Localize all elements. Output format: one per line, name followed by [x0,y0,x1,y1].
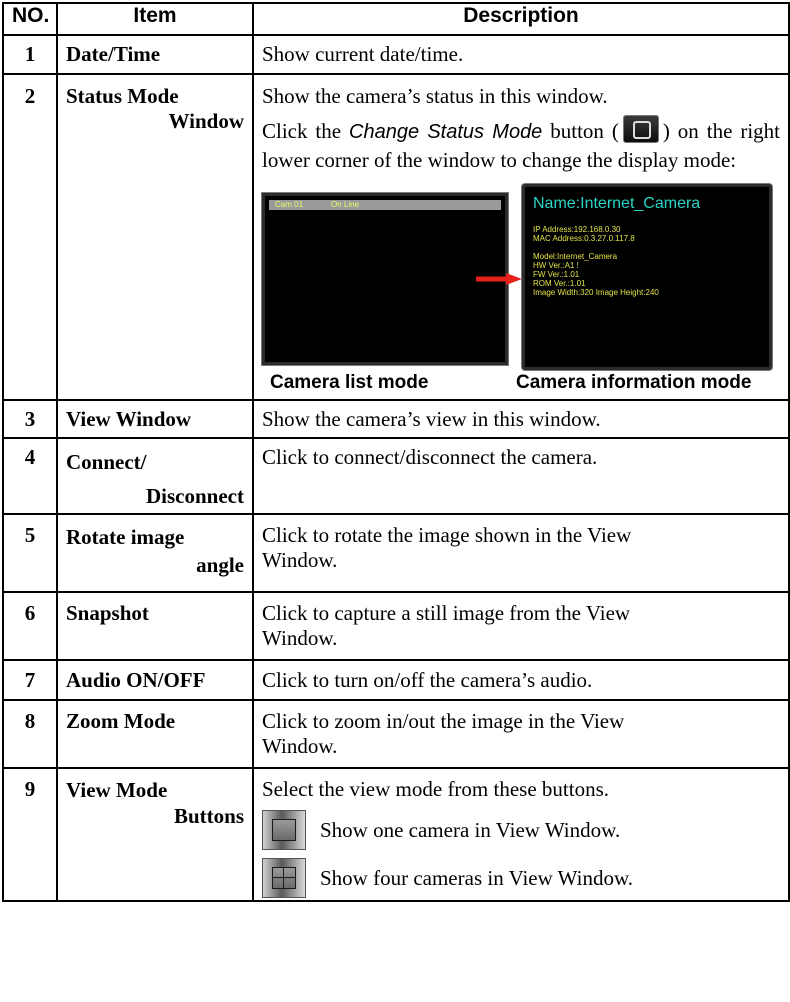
description-text: Click to rotate the image shown in the V… [262,523,632,547]
table-row: 8 Zoom Mode Click to zoom in/out the ima… [2,699,790,769]
view-mode-four: Show four cameras in View Window. [262,856,780,900]
info-line: ROM Ver.:1.01 [533,279,586,288]
info-line: FW Ver.:1.01 [533,270,580,279]
quad-view-icon [262,858,306,898]
row-number: 4 [2,437,58,515]
description-text: Click to turn on/off the camera’s audio. [262,668,593,692]
row-number: 9 [2,767,58,902]
row-number: 7 [2,659,58,701]
camera-list-screenshot: Cam 01 On Line [262,193,508,365]
camera-info-title: Name:Internet_Camera [533,195,701,212]
info-line: Image Width:320 Image Height:240 [533,288,659,297]
table-row: 5 Rotate image angle Click to rotate the… [2,513,790,593]
camera-info-screenshot: Name:Internet_Camera IP Address:192.168.… [522,184,772,370]
table-row: 6 Snapshot Click to capture a still imag… [2,591,790,661]
description-text: Select the view mode from these buttons. [262,777,610,801]
info-line: HW Ver.:A1 ! [533,261,579,270]
change-status-mode-icon [622,115,659,143]
row-description: Click to rotate the image shown in the V… [252,513,790,593]
status-mode-screenshots: Cam 01 On Line Name:Internet_Camera IP A… [254,184,788,372]
item-label: View Window [66,407,192,431]
item-label: View Mode [66,778,168,802]
header-item: Item [56,2,254,36]
description-text: Window. [262,734,338,758]
single-view-icon [262,810,306,850]
arrow-right-icon [476,273,522,285]
row-description: Click to capture a still image from the … [252,591,790,661]
row-number: 2 [2,73,58,401]
view-mode-text: Show one camera in View Window. [320,817,621,842]
item-label: Date/Time [66,42,161,66]
row-item: Snapshot [56,591,254,661]
description-text: Click to capture a still image from the … [262,601,631,625]
info-line: Model:Internet_Camera [533,252,618,261]
screenshot-captions: Camera list mode Camera information mode [254,372,788,399]
table-row: 1 Date/Time Show current date/time. [2,34,790,75]
row-number: 6 [2,591,58,661]
row-number: 8 [2,699,58,769]
table-row: 7 Audio ON/OFF Click to turn on/off the … [2,659,790,701]
header-description: Description [252,2,790,36]
row-item: Date/Time [56,34,254,75]
view-mode-one: Show one camera in View Window. [262,808,780,852]
row-item: View Mode Buttons [56,767,254,902]
description-text: Show the camera’s view in this window. [262,407,601,431]
row-description: Show current date/time. [252,34,790,75]
description-text: Window. [262,548,338,572]
table-row: 4 Connect/ Disconnect Click to connect/d… [2,437,790,515]
row-item: Rotate image angle [56,513,254,593]
row-description: Click to turn on/off the camera’s audio. [252,659,790,701]
item-label: Zoom Mode [66,709,176,733]
item-label: Status Mode [66,84,179,108]
item-label: Rotate image [66,525,185,549]
item-label-line2: angle [196,553,244,577]
row-number: 5 [2,513,58,593]
row-item: Audio ON/OFF [56,659,254,701]
table-row: 3 View Window Show the camera’s view in … [2,399,790,439]
camera-list-row: Cam 01 On Line [269,200,501,210]
camera-info-lines: IP Address:192.168.0.30 MAC Address:0.3.… [533,225,659,297]
description-text: Click to zoom in/out the image in the Vi… [262,709,625,733]
row-number: 3 [2,399,58,439]
description-text: Show current date/time. [262,42,464,66]
row-item: Status Mode Window [56,73,254,401]
row-description: Click to connect/disconnect the camera. [252,437,790,515]
item-label: Audio ON/OFF [66,668,206,692]
row-description: Select the view mode from these buttons.… [252,767,790,902]
table-header-row: NO. Item Description [2,2,790,36]
caption-list-mode: Camera list mode [270,372,429,393]
item-label-line2: Window [168,109,244,133]
feature-table: NO. Item Description 1 Date/Time Show cu… [2,2,790,902]
header-no: NO. [2,2,58,36]
info-line: IP Address:192.168.0.30 [533,225,621,234]
camera-name-cell: Cam 01 [275,200,304,209]
item-label-line2: Disconnect [146,484,244,508]
change-status-mode-label: Change Status Mode [349,121,543,143]
table-row: 9 View Mode Buttons Select the view mode… [2,767,790,902]
view-mode-text: Show four cameras in View Window. [320,865,634,890]
table-row: 2 Status Mode Window Show the camera’s s… [2,73,790,401]
description-text: Click the Change Status Mode button () o… [262,115,780,174]
row-description: Show the camera’s status in this window.… [252,73,790,401]
description-text: Window. [262,626,338,650]
row-description: Show the camera’s view in this window. [252,399,790,439]
caption-info-mode: Camera information mode [516,372,752,393]
row-description: Click to zoom in/out the image in the Vi… [252,699,790,769]
row-number: 1 [2,34,58,75]
info-line: MAC Address:0.3.27.0.117.8 [533,234,635,243]
row-item: View Window [56,399,254,439]
item-label: Snapshot [66,601,149,625]
description-text: Show the camera’s status in this window. [262,84,608,108]
item-label: Connect/ [66,450,147,474]
row-item: Zoom Mode [56,699,254,769]
description-text: Click to connect/disconnect the camera. [262,445,598,469]
camera-status-cell: On Line [331,200,360,209]
row-item: Connect/ Disconnect [56,437,254,515]
item-label-line2: Buttons [173,804,244,828]
